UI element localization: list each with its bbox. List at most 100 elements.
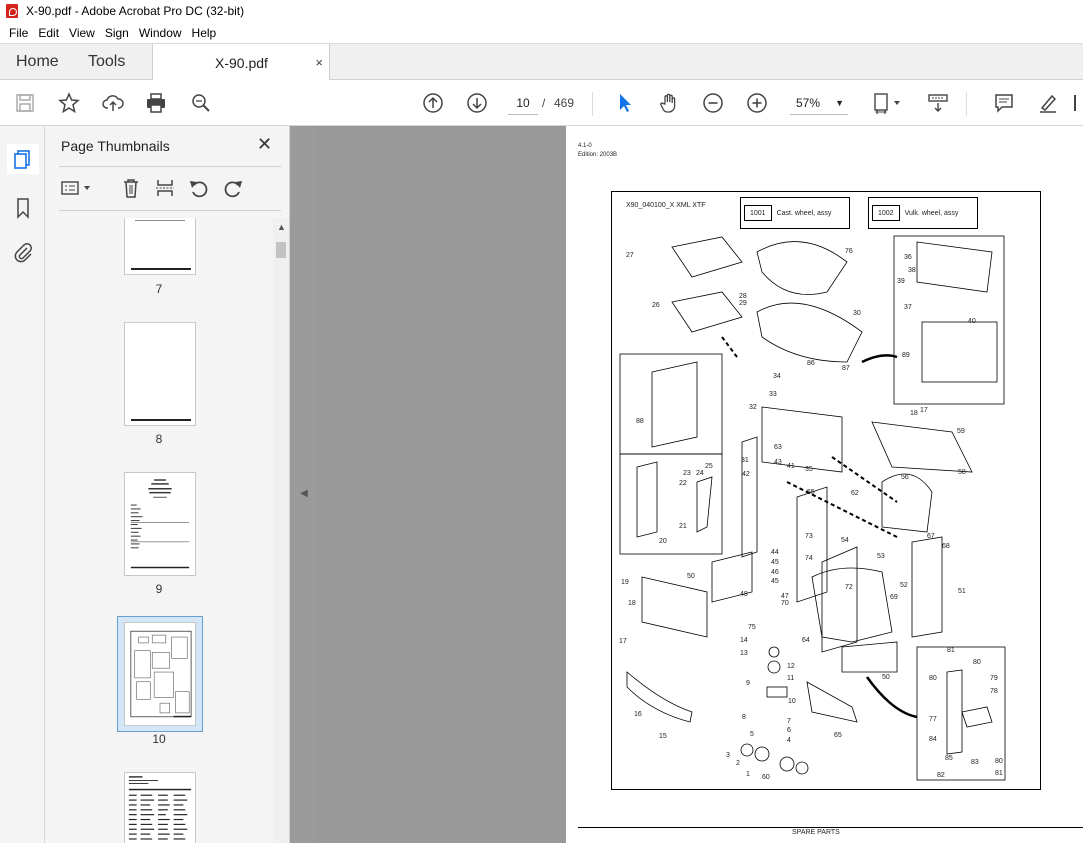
select-arrow-icon[interactable] [613, 91, 637, 115]
bookmark-icon[interactable] [11, 196, 35, 220]
zoom-search-icon[interactable] [189, 91, 213, 115]
page-down-icon[interactable] [465, 91, 489, 115]
part-label: 38 [908, 267, 916, 274]
scrollbar-thumb[interactable] [276, 242, 286, 258]
part-label: 34 [773, 373, 781, 380]
part-label: 9 [746, 680, 750, 687]
close-icon[interactable]: ✕ [257, 134, 272, 155]
rotate-right-icon[interactable] [221, 177, 245, 199]
thumbnail-page-number: 9 [155, 582, 163, 596]
part-label: 22 [679, 480, 687, 487]
menu-help[interactable]: Help [187, 26, 222, 40]
page-thumbnail-current[interactable] [124, 622, 196, 726]
insert-page-icon[interactable] [153, 177, 177, 199]
menu-view[interactable]: View [64, 26, 100, 40]
scroll-up-icon[interactable]: ▲ [277, 222, 286, 232]
page-thumbnail[interactable] [124, 472, 196, 576]
menu-sign[interactable]: Sign [100, 26, 134, 40]
menu-file[interactable]: File [4, 26, 33, 40]
star-icon[interactable] [57, 91, 81, 115]
collapse-panel-icon[interactable]: ◀ [295, 478, 313, 508]
tab-document[interactable]: X-90.pdf × [152, 44, 330, 81]
page-up-icon[interactable] [421, 91, 445, 115]
tab-tools[interactable]: Tools [88, 44, 125, 80]
part-label: 47 [781, 593, 789, 600]
toolbar-divider [966, 92, 967, 116]
zoom-select[interactable]: 57% ▼ [790, 91, 848, 115]
thumbnail-page-number: 7 [155, 282, 163, 296]
part-label: 83 [971, 759, 979, 766]
part-label: 65 [834, 732, 842, 739]
part-label: 36 [904, 254, 912, 261]
part-label: 45 [771, 559, 779, 566]
part-label: 45 [771, 578, 779, 585]
print-icon[interactable] [144, 91, 168, 115]
menu-bar: File Edit View Sign Window Help [0, 22, 1083, 43]
page-thumbnail[interactable] [124, 772, 196, 843]
page-thumbnails-icon[interactable] [7, 144, 39, 174]
tab-home[interactable]: Home [16, 44, 59, 80]
part-label: 48 [740, 591, 748, 598]
more-tools-icon[interactable] [1070, 91, 1080, 115]
part-label: 86 [807, 360, 815, 367]
zoom-out-icon[interactable] [701, 91, 725, 115]
part-label: 68 [942, 543, 950, 550]
cloud-upload-icon[interactable] [101, 91, 125, 115]
tab-bar: Home Tools X-90.pdf × [0, 43, 1083, 81]
zoom-value: 57% [796, 96, 821, 110]
part-label: 51 [958, 588, 966, 595]
part-label: 73 [805, 533, 813, 540]
attachment-icon[interactable] [11, 240, 35, 264]
part-label: 25 [705, 463, 713, 470]
part-label: 89 [902, 352, 910, 359]
part-label: 19 [621, 579, 629, 586]
part-label: 69 [890, 594, 898, 601]
part-label: 84 [929, 736, 937, 743]
part-label: 81 [947, 647, 955, 654]
tab-close-icon[interactable]: × [315, 55, 323, 70]
comment-icon[interactable] [992, 91, 1016, 115]
hand-tool-icon[interactable] [657, 91, 681, 115]
menu-window[interactable]: Window [134, 26, 187, 40]
scroll-mode-icon[interactable] [926, 91, 950, 115]
thumbnail-options-icon[interactable] [59, 177, 95, 199]
part-label: 17 [920, 407, 928, 414]
left-navigation-rail [0, 126, 45, 843]
page-fit-icon[interactable] [871, 91, 903, 115]
part-label: 32 [749, 404, 757, 411]
title-bar: X-90.pdf - Adobe Acrobat Pro DC (32-bit) [0, 0, 1083, 22]
window-title: X-90.pdf - Adobe Acrobat Pro DC (32-bit) [26, 4, 245, 18]
page-total: 469 [554, 96, 575, 110]
part-label: 46 [771, 569, 779, 576]
rotate-left-icon[interactable] [187, 177, 211, 199]
menu-edit[interactable]: Edit [33, 26, 64, 40]
page-number-input[interactable]: 10 [508, 91, 538, 115]
zoom-in-icon[interactable] [745, 91, 769, 115]
panel-title: Page Thumbnails [61, 138, 170, 154]
part-label: 50 [882, 674, 890, 681]
part-label: 88 [636, 418, 644, 425]
highlight-pen-icon[interactable] [1036, 91, 1060, 115]
part-label: 56 [901, 474, 909, 481]
part-label: 78 [990, 688, 998, 695]
part-label: 82 [937, 772, 945, 779]
part-label: 85 [945, 755, 953, 762]
thumbnail-list: 7 8 9 10 [45, 218, 273, 843]
trash-icon[interactable] [119, 177, 143, 199]
part-label: 17 [619, 638, 627, 645]
save-icon[interactable] [13, 91, 37, 115]
part-label: 52 [900, 582, 908, 589]
page-thumbnail[interactable] [124, 322, 196, 426]
part-label: 14 [740, 637, 748, 644]
part-label: 60 [762, 774, 770, 781]
part-label: 24 [696, 470, 704, 477]
thumbnail-scrollbar[interactable]: ▲ [273, 218, 289, 843]
part-label: 27 [626, 252, 634, 259]
part-label: 7 [787, 718, 791, 725]
page-header-section: 4.1-0 [578, 143, 592, 149]
chevron-down-icon: ▼ [835, 98, 844, 108]
part-label: 43 [774, 459, 782, 466]
part-label: 23 [683, 470, 691, 477]
panel-divider [59, 210, 281, 211]
page-thumbnail[interactable] [124, 218, 196, 275]
